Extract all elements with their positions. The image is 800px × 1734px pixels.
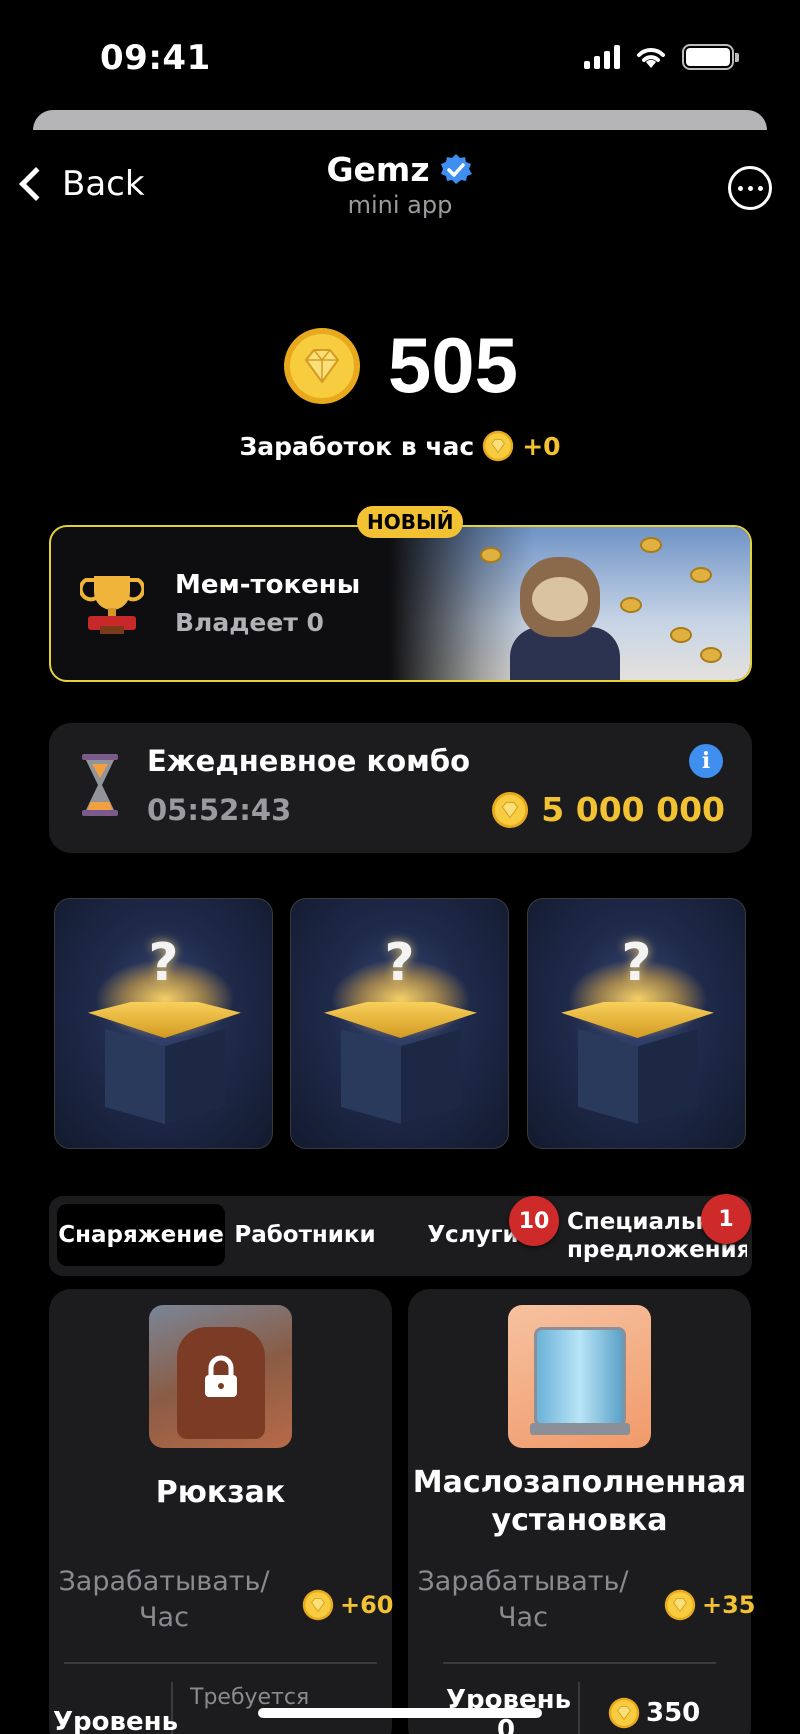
- question-mark-icon: ?: [621, 933, 652, 993]
- question-mark-icon: ?: [148, 933, 179, 993]
- more-options-button[interactable]: [728, 166, 772, 210]
- item-card-backpack[interactable]: Рюкзак Зарабатывать/Час +60 Уровень Треб…: [49, 1289, 394, 1734]
- item-requires-label: Требуется: [190, 1685, 310, 1710]
- item-earn-label: Зарабатывать/Час: [417, 1566, 629, 1633]
- divider: [443, 1662, 716, 1664]
- meme-tokens-card[interactable]: [49, 525, 752, 682]
- item-earn-value: +60: [302, 1589, 394, 1621]
- daily-combo-timer: 05:52:43: [147, 793, 292, 827]
- category-tabs: Снаряжение Работники Услуги Специальн пр…: [49, 1196, 752, 1276]
- daily-combo-title: Ежедневное комбо: [147, 744, 471, 778]
- mystery-box-card[interactable]: ?: [527, 898, 746, 1149]
- daily-combo-card: [49, 723, 752, 853]
- app-title: Gemz mini app: [0, 150, 800, 219]
- item-earn-value: +35: [664, 1589, 756, 1621]
- item-earn-label: Зарабатывать/Час: [58, 1566, 270, 1633]
- tab-workers[interactable]: Работники: [234, 1204, 375, 1266]
- divider: [578, 1682, 580, 1734]
- backpack-image: [149, 1305, 292, 1448]
- sheet-grip: [33, 110, 767, 130]
- meme-tokens-title: Мем-токены: [175, 570, 361, 600]
- verified-badge-icon: [440, 153, 472, 184]
- tab-services[interactable]: Услуги: [425, 1204, 521, 1266]
- status-icons: [584, 44, 739, 70]
- question-mark-icon: ?: [384, 933, 415, 993]
- item-card-oil-heater[interactable]: Маслозаполненная установка Зарабатывать/Ч…: [408, 1289, 756, 1734]
- status-bar: 09:41: [0, 0, 800, 110]
- balance-row: 505: [0, 320, 800, 411]
- mystery-box-card[interactable]: ?: [290, 898, 509, 1149]
- cellular-signal-icon: [584, 45, 620, 69]
- wifi-icon: [637, 48, 665, 68]
- gem-coin-icon: [664, 1589, 696, 1621]
- services-count-badge: 10: [509, 1196, 559, 1246]
- divider: [64, 1662, 377, 1664]
- oil-heater-image: [508, 1305, 651, 1448]
- special-offers-count-badge: 1: [701, 1194, 751, 1244]
- nav-bar: Back Gemz mini app: [0, 130, 800, 250]
- hourglass-icon: [82, 754, 118, 816]
- tab-equipment[interactable]: Снаряжение: [57, 1204, 225, 1266]
- meme-sloth-illustration: [390, 527, 750, 680]
- earn-rate-value: +0: [522, 431, 561, 461]
- daily-combo-reward-value: 5 000 000: [541, 790, 725, 829]
- info-icon[interactable]: i: [689, 744, 723, 778]
- app-name-row: Gemz: [326, 150, 473, 189]
- battery-icon: [682, 44, 739, 70]
- gem-coin-icon: [283, 327, 360, 404]
- gem-coin-icon: [492, 791, 529, 828]
- gem-coin-icon: [483, 430, 514, 462]
- meme-tokens-owned: Владеет 0: [175, 608, 324, 637]
- app-name: Gemz: [326, 150, 430, 189]
- earn-rate: Заработок в час +0: [0, 430, 800, 462]
- item-name: Маслозаполненная установка: [412, 1465, 747, 1538]
- gem-coin-icon: [608, 1697, 640, 1729]
- trophy-icon: [80, 576, 144, 634]
- new-badge: НОВЫЙ: [357, 506, 464, 538]
- gem-coin-icon: [302, 1589, 334, 1621]
- home-indicator[interactable]: [258, 1708, 542, 1718]
- daily-combo-reward: 5 000 000: [491, 790, 725, 829]
- item-name: Рюкзак: [155, 1475, 286, 1510]
- earn-rate-label: Заработок в час: [239, 431, 475, 461]
- item-level-label: Уровень: [53, 1707, 179, 1734]
- mystery-box-card[interactable]: ?: [54, 898, 273, 1149]
- app-subtitle: mini app: [347, 191, 453, 219]
- lock-icon: [205, 1355, 237, 1397]
- status-time: 09:41: [100, 38, 211, 78]
- balance-value: 505: [387, 321, 519, 409]
- item-price: 350: [608, 1697, 700, 1729]
